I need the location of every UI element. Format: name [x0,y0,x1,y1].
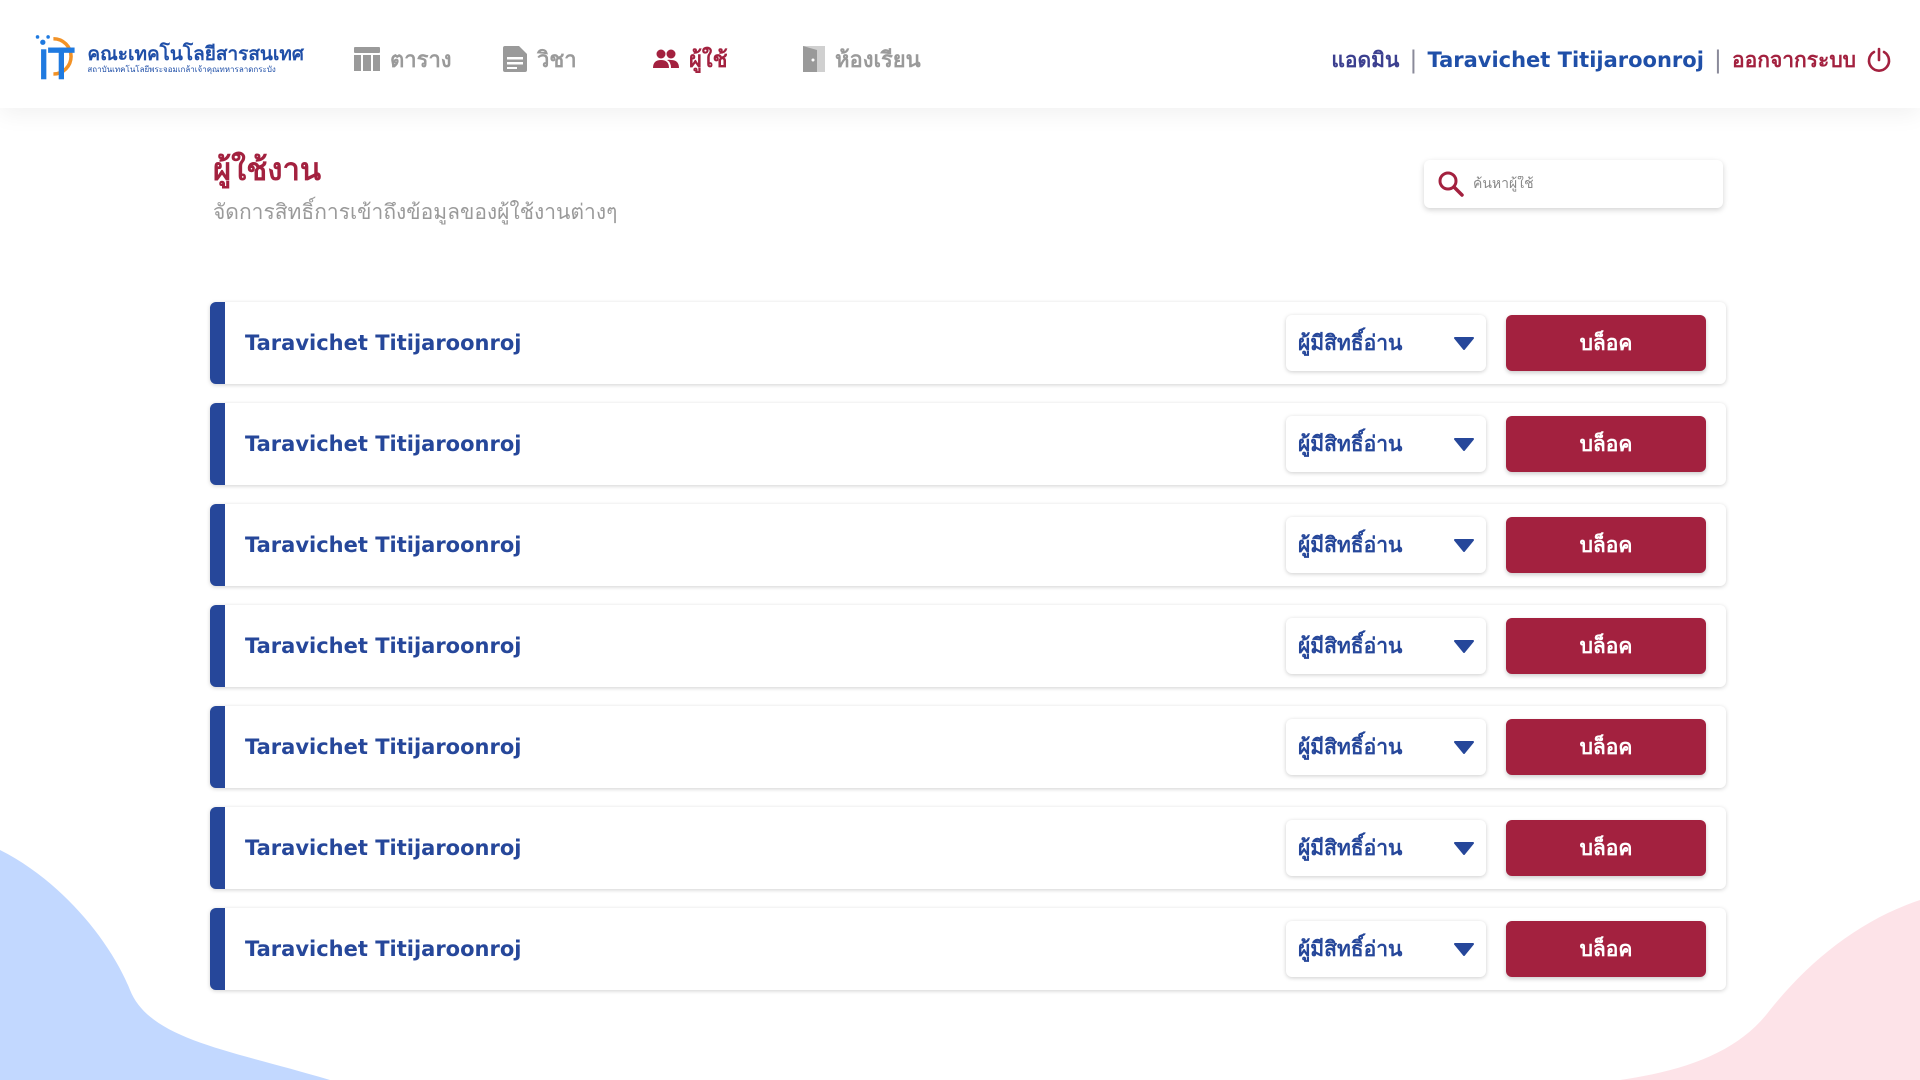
users-icon [653,49,679,68]
divider: | [1409,46,1418,74]
role-dropdown-value: ผู้มีสิทธิ์อ่าน [1298,633,1403,658]
caret-down-icon [1454,943,1474,956]
role-dropdown[interactable]: ผู้มีสิทธิ์อ่าน [1286,517,1486,573]
user-row: Taravichet Titijaroonroj ผู้มีสิทธิ์อ่าน… [210,605,1726,687]
user-row: Taravichet Titijaroonroj ผู้มีสิทธิ์อ่าน… [210,403,1726,485]
nav-schedule[interactable]: ตาราง [354,40,452,78]
role-dropdown-value: ผู้มีสิทธิ์อ่าน [1298,532,1403,557]
user-row-name: Taravichet Titijaroonroj [245,331,522,355]
role-dropdown-value: ผู้มีสิทธิ์อ่าน [1298,734,1403,759]
nav-course-label: วิชา [537,47,577,73]
role-dropdown[interactable]: ผู้มีสิทธิ์อ่าน [1286,820,1486,876]
role-dropdown-value: ผู้มีสิทธิ์อ่าน [1298,431,1403,456]
block-button[interactable]: บล็อค [1506,416,1706,472]
search-input[interactable] [1473,176,1693,192]
caret-down-icon [1454,438,1474,451]
faculty-logo[interactable]: คณะเทคโนโลยีสารสนเทศ สถาบันเทคโนโลยีพระจ… [34,30,304,88]
door-icon [803,46,825,72]
role-dropdown[interactable]: ผู้มีสิทธิ์อ่าน [1286,719,1486,775]
user-row: Taravichet Titijaroonroj ผู้มีสิทธิ์อ่าน… [210,504,1726,586]
user-role: แอดมิน [1331,47,1400,72]
table-icon [354,47,380,71]
block-button[interactable]: บล็อค [1506,719,1706,775]
user-row: Taravichet Titijaroonroj ผู้มีสิทธิ์อ่าน… [210,706,1726,788]
role-dropdown[interactable]: ผู้มีสิทธิ์อ่าน [1286,416,1486,472]
top-navbar: คณะเทคโนโลยีสารสนเทศ สถาบันเทคโนโลยีพระจ… [0,0,1920,108]
user-row: Taravichet Titijaroonroj ผู้มีสิทธิ์อ่าน… [210,302,1726,384]
logo-title: คณะเทคโนโลยีสารสนเทศ [87,43,304,65]
search-icon[interactable] [1437,170,1465,198]
block-button[interactable]: บล็อค [1506,618,1706,674]
user-list: Taravichet Titijaroonroj ผู้มีสิทธิ์อ่าน… [210,302,1726,1009]
logo-subtitle: สถาบันเทคโนโลยีพระจอมเกล้าเจ้าคุณทหารลาด… [87,65,276,74]
role-dropdown-value: ผู้มีสิทธิ์อ่าน [1298,330,1403,355]
caret-down-icon [1454,741,1474,754]
power-icon[interactable] [1866,47,1892,73]
nav-schedule-label: ตาราง [390,47,452,73]
nav-course[interactable]: วิชา [503,40,577,78]
caret-down-icon [1454,842,1474,855]
nav-rooms[interactable]: ห้องเรียน [803,40,921,78]
user-row-name: Taravichet Titijaroonroj [245,735,522,759]
user-row-name: Taravichet Titijaroonroj [245,937,522,961]
block-button[interactable]: บล็อค [1506,315,1706,371]
search-box [1424,160,1723,208]
divider: | [1713,46,1723,74]
user-bar: แอดมิน | Taravichet Titijaroonroj | ออกจ… [1331,42,1892,78]
nav-users[interactable]: ผู้ใช้ [653,40,728,78]
nav-rooms-label: ห้องเรียน [835,47,921,73]
caret-down-icon [1454,539,1474,552]
block-button[interactable]: บล็อค [1506,921,1706,977]
logout-link[interactable]: ออกจากระบบ [1732,44,1856,77]
caret-down-icon [1454,337,1474,350]
page-subtitle: จัดการสิทธิ์การเข้าถึงข้อมูลของผู้ใช้งาน… [213,200,618,224]
block-button[interactable]: บล็อค [1506,517,1706,573]
role-dropdown[interactable]: ผู้มีสิทธิ์อ่าน [1286,921,1486,977]
role-dropdown[interactable]: ผู้มีสิทธิ์อ่าน [1286,618,1486,674]
user-row: Taravichet Titijaroonroj ผู้มีสิทธิ์อ่าน… [210,908,1726,990]
nav-users-label: ผู้ใช้ [689,47,728,73]
block-button[interactable]: บล็อค [1506,820,1706,876]
role-dropdown-value: ผู้มีสิทธิ์อ่าน [1298,835,1403,860]
page-title: ผู้ใช้งาน [213,152,322,188]
user-row: Taravichet Titijaroonroj ผู้มีสิทธิ์อ่าน… [210,807,1726,889]
user-row-name: Taravichet Titijaroonroj [245,836,522,860]
document-icon [503,46,527,72]
it-logo-icon [35,35,75,80]
caret-down-icon [1454,640,1474,653]
user-row-name: Taravichet Titijaroonroj [245,533,522,557]
role-dropdown-value: ผู้มีสิทธิ์อ่าน [1298,936,1403,961]
user-row-name: Taravichet Titijaroonroj [245,634,522,658]
user-name: Taravichet Titijaroonroj [1427,48,1704,72]
role-dropdown[interactable]: ผู้มีสิทธิ์อ่าน [1286,315,1486,371]
user-row-name: Taravichet Titijaroonroj [245,432,522,456]
